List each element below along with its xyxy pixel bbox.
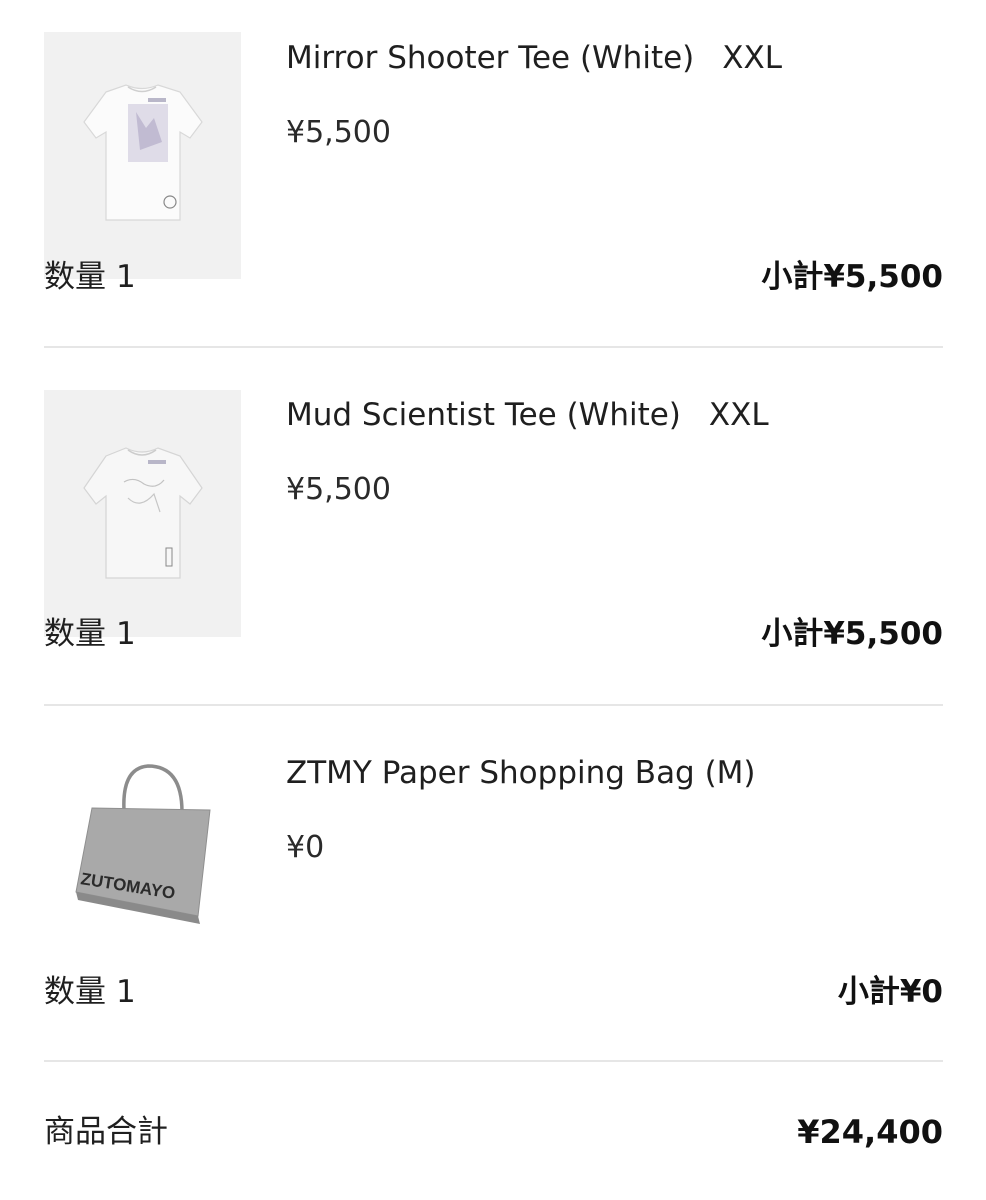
divider <box>44 704 943 706</box>
product-title: Mirror Shooter Tee (White) <box>286 40 695 76</box>
tshirt-icon <box>83 84 203 221</box>
item-subtotal: 小計¥5,500 <box>761 616 943 652</box>
product-size: XXL <box>708 397 769 433</box>
cart-list: Mirror Shooter Tee (White) XXL ¥5,500 数量 1… <box>44 0 943 1200</box>
item-subtotal: 小計¥5,500 <box>761 259 943 295</box>
product-title: ZTMY Paper Shopping Bag (M) <box>286 755 756 791</box>
total-value: ¥24,400 <box>797 1113 943 1151</box>
product-price: ¥5,500 <box>286 472 391 507</box>
quantity: 数量 1 <box>44 972 136 1012</box>
total-label: 商品合計 <box>44 1114 168 1150</box>
quantity-value: 1 <box>116 974 136 1010</box>
product-size: XXL <box>722 40 783 76</box>
item-subtotal: 小計¥0 <box>837 974 943 1010</box>
product-image[interactable]: ZUTOMAYO <box>44 748 241 995</box>
product-image[interactable] <box>44 390 241 637</box>
product-image[interactable] <box>44 32 241 279</box>
tshirt-icon <box>83 447 203 579</box>
divider <box>44 1060 943 1062</box>
product-name[interactable]: Mud Scientist Tee (White) XXL <box>286 395 769 435</box>
product-name[interactable]: ZTMY Paper Shopping Bag (M) <box>286 753 756 793</box>
quantity-label: 数量 <box>44 616 106 652</box>
quantity-label: 数量 <box>44 974 106 1010</box>
quantity-label: 数量 <box>44 259 106 295</box>
product-price: ¥0 <box>286 830 325 865</box>
quantity-value: 1 <box>116 616 136 652</box>
quantity: 数量 1 <box>44 614 136 654</box>
product-price: ¥5,500 <box>286 115 391 150</box>
product-name[interactable]: Mirror Shooter Tee (White) XXL <box>286 38 782 78</box>
quantity-value: 1 <box>116 259 136 295</box>
divider <box>44 346 943 348</box>
product-title: Mud Scientist Tee (White) <box>286 397 681 433</box>
quantity: 数量 1 <box>44 257 136 297</box>
shopping-bag-icon: ZUTOMAYO <box>75 764 211 924</box>
